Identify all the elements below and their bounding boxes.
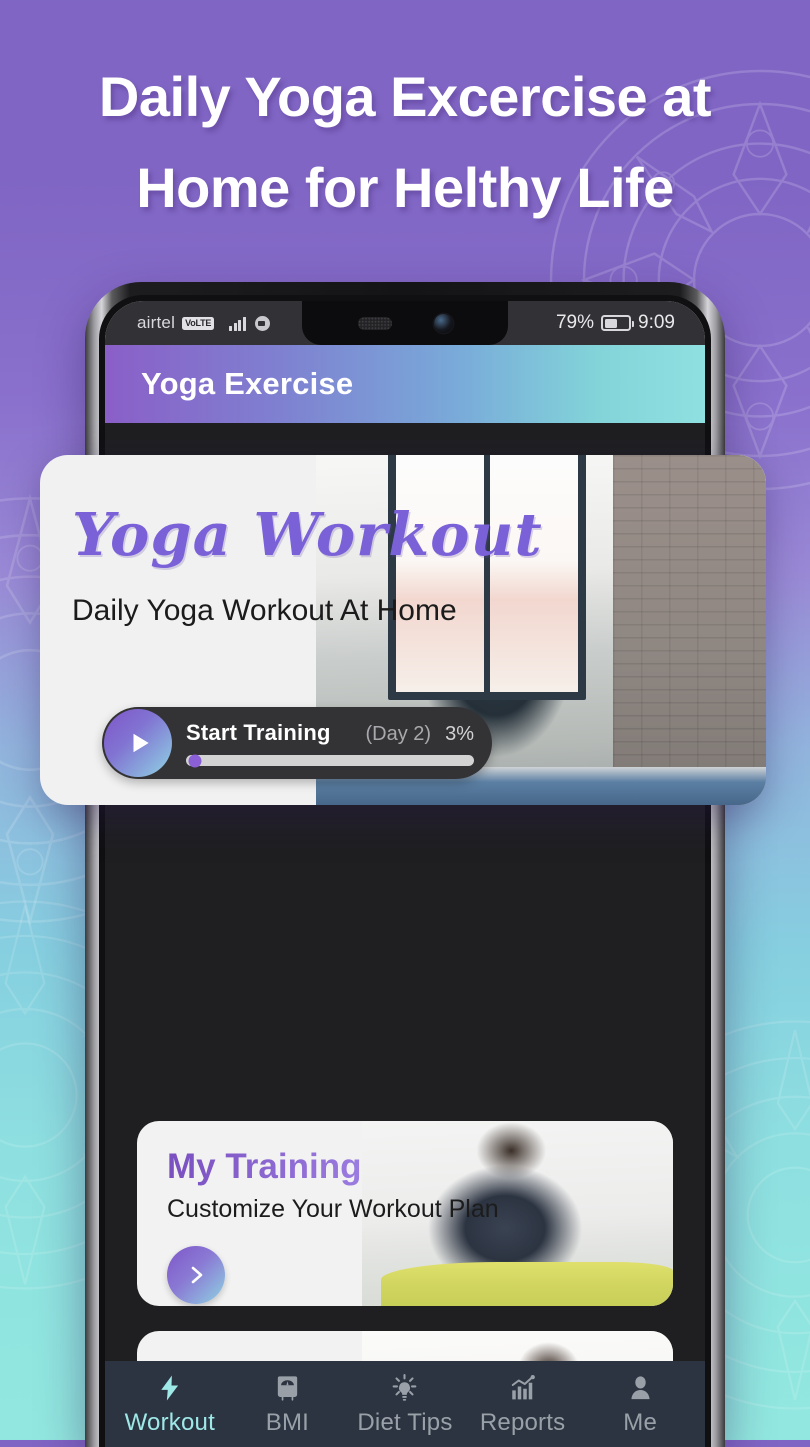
card-my-training[interactable]: My Training Customize Your Workout Plan <box>137 1121 673 1306</box>
hero-card-yoga-workout[interactable]: Yoga Workout Daily Yoga Workout At Home … <box>40 455 766 805</box>
carrier-label: airtel <box>137 313 175 333</box>
start-training-label: Start Training <box>186 720 331 746</box>
nav-label-reports: Reports <box>480 1409 565 1437</box>
card-title-my-training: My Training <box>167 1147 361 1187</box>
app-bar: Yoga Exercise <box>105 345 705 423</box>
hd-voice-icon <box>255 316 270 331</box>
battery-icon <box>601 315 631 331</box>
status-bar-left: airtel VoLTE <box>105 313 270 333</box>
nav-label-diet-tips: Diet Tips <box>357 1409 452 1437</box>
lightning-bolt-icon <box>155 1371 185 1405</box>
promo-headline-line-1: Daily Yoga Excercise at <box>99 65 711 128</box>
hero-script-title: Yoga Workout <box>72 505 766 564</box>
signal-bars-icon <box>229 316 246 331</box>
progress-slider[interactable] <box>186 755 474 766</box>
progress-percent-label: 3% <box>445 723 474 746</box>
status-bar: airtel VoLTE 79% 9:09 <box>105 301 705 345</box>
chevron-right-icon[interactable] <box>167 1246 225 1304</box>
nav-label-workout: Workout <box>125 1409 215 1437</box>
nav-item-workout[interactable]: Workout <box>111 1371 229 1437</box>
app-title: Yoga Exercise <box>141 366 353 402</box>
lightbulb-icon <box>389 1371 420 1405</box>
nav-item-diet-tips[interactable]: Diet Tips <box>346 1371 464 1437</box>
clock-label: 9:09 <box>638 312 675 334</box>
start-training-pill[interactable]: Start Training (Day 2) 3% <box>102 707 492 779</box>
card-body-my-training: My Training Customize Your Workout Plan <box>137 1121 673 1304</box>
earpiece-speaker-icon <box>358 317 392 330</box>
front-camera-icon <box>434 314 453 333</box>
start-training-progress: Start Training (Day 2) 3% <box>172 720 492 766</box>
progress-slider-thumb[interactable] <box>188 754 201 767</box>
nav-item-me[interactable]: Me <box>581 1371 699 1437</box>
card-subtitle-my-training: Customize Your Workout Plan <box>167 1195 673 1224</box>
person-icon <box>626 1371 655 1405</box>
nav-item-reports[interactable]: Reports <box>464 1371 582 1437</box>
battery-percent-label: 79% <box>556 312 594 334</box>
nav-item-bmi[interactable]: BMI <box>229 1371 347 1437</box>
volte-badge: VoLTE <box>182 317 214 330</box>
hero-subtitle: Daily Yoga Workout At Home <box>72 594 766 628</box>
nav-label-me: Me <box>623 1409 657 1437</box>
hero-body: Yoga Workout Daily Yoga Workout At Home <box>40 455 766 628</box>
promo-headline-line-2: Home for Helthy Life <box>26 143 784 234</box>
promo-headline: Daily Yoga Excercise at Home for Helthy … <box>0 52 810 233</box>
start-training-row: Start Training (Day 2) 3% <box>186 720 474 746</box>
day-label: (Day 2) <box>366 723 432 746</box>
status-bar-right: 79% 9:09 <box>556 312 705 334</box>
nav-label-bmi: BMI <box>266 1409 309 1437</box>
bar-chart-icon <box>508 1371 538 1405</box>
phone-notch <box>302 301 508 345</box>
bottom-navigation: Workout BMI <box>105 1361 705 1447</box>
weight-scale-icon <box>273 1371 302 1405</box>
play-icon[interactable] <box>104 709 172 777</box>
